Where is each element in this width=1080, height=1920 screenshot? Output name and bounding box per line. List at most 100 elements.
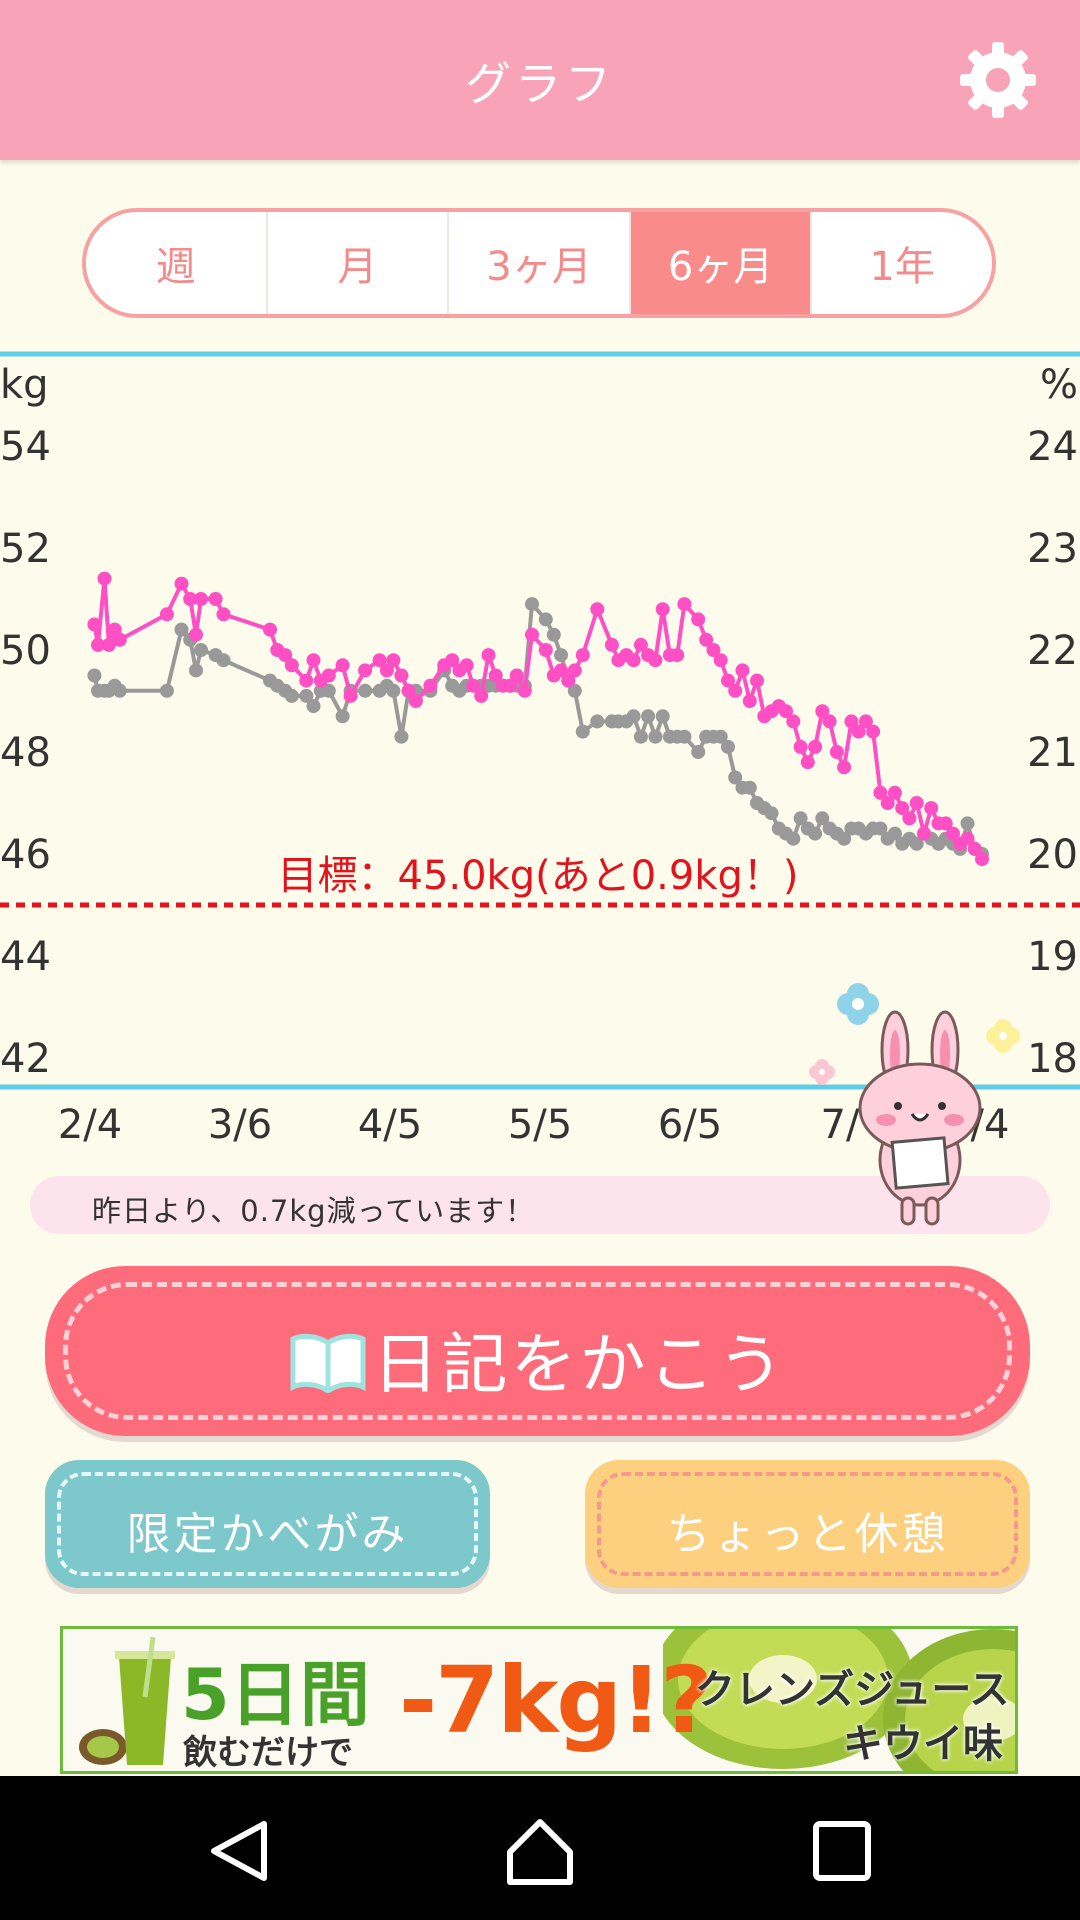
data-point [691,745,706,759]
data-point [975,852,989,867]
data-point [87,668,102,683]
data-point [216,653,231,668]
data-point [386,683,401,698]
x-axis-tick: 3/6 [208,1102,272,1148]
data-point [866,724,881,739]
take-break-button[interactable]: ちょっと休憩 [585,1460,1030,1588]
right-axis-tick: 22 [1027,628,1078,674]
weight-chart: kg % 54 52 50 48 46 44 42 24 23 22 21 20 19 18 目標：45… [0,350,1080,1090]
right-axis-tick: 20 [1027,832,1078,878]
tab-3-months[interactable]: 3ヶ月 [449,212,631,314]
data-point [626,653,641,668]
bunny-mascot-icon [858,1010,982,1226]
x-axis-tick: 6/5 [658,1102,722,1148]
data-point [525,597,539,612]
data-point [321,668,336,683]
data-point [793,739,808,754]
data-point [590,714,605,729]
ad-kg-text: -7kg!? [399,1647,714,1754]
write-diary-button[interactable]: 日記をかこう [45,1266,1030,1436]
system-nav-bar [0,1776,1080,1920]
data-point [194,592,208,606]
data-point [960,816,975,831]
back-icon[interactable] [200,1816,280,1886]
data-point [786,714,801,729]
data-point [358,683,373,698]
data-point [648,729,663,744]
data-point [263,622,277,637]
left-axis-tick: 54 [0,424,51,470]
data-point [742,694,757,708]
tab-week[interactable]: 週 [86,212,268,314]
data-point [481,648,496,663]
data-point [677,597,692,612]
home-icon[interactable] [500,1816,580,1886]
data-point [902,811,917,826]
limited-wallpaper-button[interactable]: 限定かべがみ [45,1460,490,1588]
data-point [335,709,350,724]
data-point [626,709,641,724]
yellow-flower-icon [986,1019,1020,1053]
right-axis-tick: 18 [1027,1036,1078,1082]
data-point [677,729,692,744]
tab-6-months[interactable]: 6ヶ月 [630,212,813,314]
data-point [386,653,401,668]
data-point [189,627,203,642]
left-axis-tick: 48 [0,730,51,776]
data-point [742,780,757,795]
data-point [800,755,815,770]
data-point [189,663,203,678]
data-point [394,668,409,683]
right-axis-tick: 19 [1027,934,1078,980]
right-axis-tick: 24 [1027,424,1078,470]
data-point [408,694,423,708]
app-header: グラフ [0,0,1080,160]
data-point [358,663,373,678]
left-axis-unit: kg [0,362,49,408]
weight-chart-svg: kg % 54 52 50 48 46 44 42 24 23 22 21 20 19 18 目標：45… [0,351,1080,1090]
tab-1-year[interactable]: 1年 [812,212,992,314]
data-point [509,668,524,683]
data-point [194,643,208,657]
ad-drink-text: 飲むだけで [183,1733,353,1773]
diary-button-label: 日記をかこう [372,1326,787,1403]
data-point [575,648,590,663]
data-point [641,709,656,724]
data-point [517,683,532,698]
data-point [786,831,801,846]
gear-icon[interactable] [958,40,1038,120]
data-point [887,785,902,800]
data-point [208,592,223,606]
data-point [554,648,568,663]
data-point [633,729,648,744]
page-title: グラフ [465,57,615,111]
data-point [750,673,764,688]
diary-button-label-wrap: 日記をかこう [45,1311,1030,1407]
data-point [284,688,299,703]
data-point [112,632,127,647]
data-point [335,658,350,673]
data-point [538,612,553,627]
data-point [216,607,231,622]
data-point [423,678,438,693]
data-point [306,699,321,714]
x-axis-tick: 4/5 [358,1102,422,1148]
left-axis-tick: 42 [0,1036,51,1082]
data-point [306,653,321,668]
ad-banner[interactable]: 5日間 飲むだけで -7kg!? クレンズジュース キウイ味 [60,1626,1018,1774]
break-button-label: ちょっと休憩 [666,1509,949,1560]
data-point [721,739,735,754]
tab-month[interactable]: 月 [268,212,450,314]
wallpaper-button-label: 限定かべがみ [126,1509,409,1560]
data-point [655,602,670,617]
data-point [909,796,924,810]
data-point [174,576,189,591]
left-axis-tick: 44 [0,934,51,980]
ad-product-text: クレンズジュース [695,1667,1010,1713]
data-point [575,724,590,739]
data-point [808,739,823,754]
data-point [590,602,605,617]
recents-icon[interactable] [802,1816,882,1886]
data-point [713,653,728,668]
book-icon [290,1333,365,1393]
